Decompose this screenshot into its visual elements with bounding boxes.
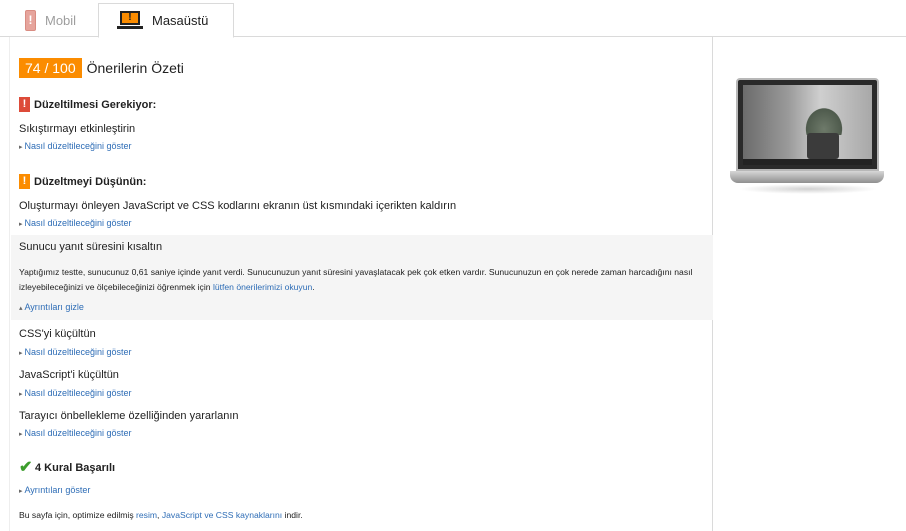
exclamation-icon: !	[19, 174, 30, 189]
summary-title: Önerilerin Özeti	[86, 60, 184, 76]
rule-title: Sıkıştırmayı etkinleştirin	[19, 123, 136, 135]
download-images-link[interactable]: resim	[136, 510, 157, 520]
show-how-to-fix-link[interactable]: Nasıl düzeltileceğini göster	[19, 428, 131, 438]
show-details-link[interactable]: Ayrıntıları göster	[19, 485, 90, 495]
results-panel: 74 / 100 Önerilerin Özeti ! Düzeltilmesi…	[9, 37, 713, 531]
tab-desktop-label: Masaüstü	[152, 13, 209, 28]
rule-title: Tarayıcı önbellekleme özelliğinden yarar…	[19, 410, 239, 422]
must-fix-title: Düzeltilmesi Gerekiyor:	[34, 98, 157, 111]
desktop-screenshot-preview	[730, 78, 884, 203]
summary-header: 74 / 100 Önerilerin Özeti	[19, 58, 184, 78]
rule-title: Sunucu yanıt süresini kısaltın	[19, 241, 163, 253]
checkmark-icon: ✔	[19, 459, 33, 476]
consider-fix-title: Düzeltmeyi Düşünün:	[34, 175, 147, 188]
download-optimized-text: Bu sayfa için, optimize edilmiş resim, J…	[19, 510, 303, 520]
show-how-to-fix-link[interactable]: Nasıl düzeltileceğini göster	[19, 218, 131, 228]
tab-desktop[interactable]: Masaüstü	[98, 3, 234, 38]
rule-detail-text: Yaptığımız testte, sunucunuz 0,61 saniye…	[19, 267, 693, 292]
rule-title: JavaScript'i küçültün	[19, 369, 119, 381]
score-badge: 74 / 100	[19, 58, 82, 78]
device-tabs: Mobil Masaüstü	[0, 0, 906, 38]
rule-title: CSS'yi küçültün	[19, 328, 96, 340]
consider-fix-heading: ! Düzeltmeyi Düşünün:	[19, 174, 146, 189]
passed-rules-heading: ✔ 4 Kural Başarılı	[19, 459, 116, 476]
rule-title: Oluşturmayı önleyen JavaScript ve CSS ko…	[19, 200, 457, 212]
hide-details-link[interactable]: Ayrıntıları gizle	[19, 302, 83, 312]
tab-mobile-label: Mobil	[45, 12, 77, 28]
phone-warning-icon	[25, 9, 36, 31]
show-how-to-fix-link[interactable]: Nasıl düzeltileceğini göster	[19, 347, 131, 357]
download-js-css-link[interactable]: JavaScript ve CSS kaynaklarını	[162, 510, 282, 520]
read-recommendations-link[interactable]: lütfen önerilerimizi okuyun	[213, 282, 312, 292]
passed-rules-title: 4 Kural Başarılı	[35, 461, 116, 474]
preview-panel	[714, 37, 904, 531]
show-how-to-fix-link[interactable]: Nasıl düzeltileceğini göster	[19, 388, 131, 398]
tab-mobile[interactable]: Mobil	[9, 3, 97, 37]
show-how-to-fix-link[interactable]: Nasıl düzeltileceğini göster	[19, 141, 131, 151]
laptop-warning-icon	[117, 10, 143, 31]
exclamation-icon: !	[19, 97, 30, 112]
must-fix-heading: ! Düzeltilmesi Gerekiyor:	[19, 97, 156, 112]
